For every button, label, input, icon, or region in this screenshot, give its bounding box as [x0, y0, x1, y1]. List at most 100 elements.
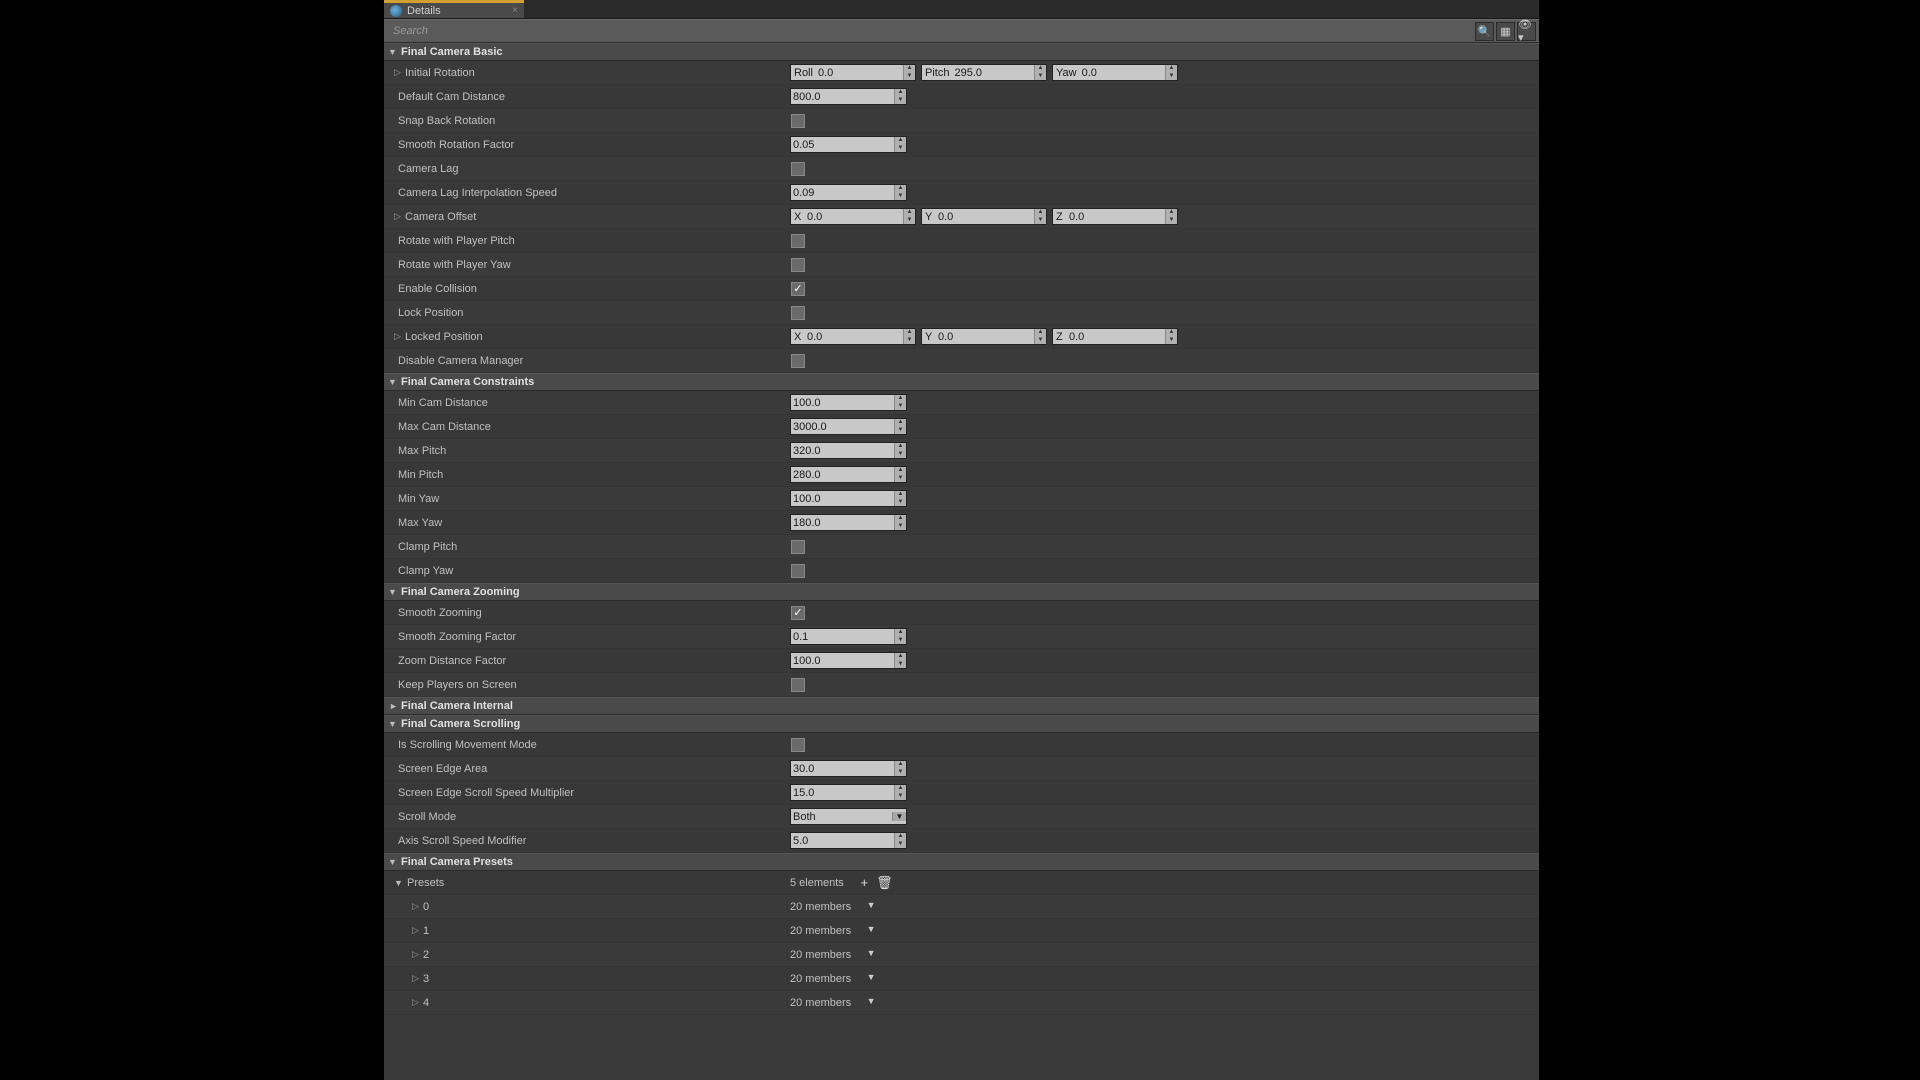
item-menu-icon[interactable]: ▼: [864, 948, 878, 962]
section-final-camera-constraints[interactable]: ▼ Final Camera Constraints: [384, 373, 1539, 391]
max-cam-distance-input[interactable]: 3000.0: [790, 418, 907, 435]
section-final-camera-zooming[interactable]: ▼ Final Camera Zooming: [384, 583, 1539, 601]
snap-back-rotation-checkbox[interactable]: [791, 114, 805, 128]
details-icon: [390, 5, 402, 17]
spinner-icon[interactable]: [894, 89, 906, 104]
item-menu-icon[interactable]: ▼: [864, 972, 878, 986]
spinner-icon[interactable]: [894, 395, 906, 410]
min-pitch-input[interactable]: 280.0: [790, 466, 907, 483]
smooth-rotation-factor-input[interactable]: 0.05: [790, 136, 907, 153]
camera-offset-z-input[interactable]: Z0.0: [1052, 208, 1178, 225]
row-snap-back-rotation: Snap Back Rotation: [384, 109, 1539, 133]
chevron-down-icon[interactable]: ▼: [394, 878, 404, 888]
section-final-camera-basic[interactable]: ▼ Final Camera Basic: [384, 43, 1539, 61]
expand-icon[interactable]: ▷: [412, 973, 420, 984]
expand-icon[interactable]: ▷: [412, 949, 420, 960]
row-is-scrolling-movement-mode: Is Scrolling Movement Mode: [384, 733, 1539, 757]
max-pitch-input[interactable]: 320.0: [790, 442, 907, 459]
tab-details[interactable]: Details ×: [384, 0, 524, 18]
spinner-icon[interactable]: [1165, 65, 1177, 80]
member-count: 20 members: [790, 949, 851, 961]
spinner-icon[interactable]: [894, 419, 906, 434]
clear-array-button[interactable]: 🗑: [877, 875, 892, 890]
item-menu-icon[interactable]: ▼: [864, 900, 878, 914]
matrix-view-icon[interactable]: ▦: [1496, 22, 1515, 41]
lock-position-checkbox[interactable]: [791, 306, 805, 320]
expand-icon[interactable]: ▷: [394, 211, 402, 222]
spinner-icon[interactable]: [894, 515, 906, 530]
spinner-icon[interactable]: [894, 629, 906, 644]
is-scrolling-movement-mode-checkbox[interactable]: [791, 738, 805, 752]
content-scroll[interactable]: ▼ Final Camera Basic ▷Initial Rotation R…: [384, 43, 1539, 1080]
member-count: 20 members: [790, 997, 851, 1009]
item-menu-icon[interactable]: ▼: [864, 996, 878, 1010]
camera-offset-x-input[interactable]: X0.0: [790, 208, 916, 225]
spinner-icon[interactable]: [894, 653, 906, 668]
spinner-icon[interactable]: [894, 491, 906, 506]
min-cam-distance-input[interactable]: 100.0: [790, 394, 907, 411]
spinner-icon[interactable]: [903, 329, 915, 344]
spinner-icon[interactable]: [1165, 209, 1177, 224]
screen-edge-scroll-speed-multiplier-input[interactable]: 15.0: [790, 784, 907, 801]
expand-icon[interactable]: ▷: [412, 901, 420, 912]
spinner-icon[interactable]: [1165, 329, 1177, 344]
spinner-icon[interactable]: [894, 833, 906, 848]
zoom-distance-factor-input[interactable]: 100.0: [790, 652, 907, 669]
section-final-camera-presets[interactable]: ▼ Final Camera Presets: [384, 853, 1539, 871]
search-icon[interactable]: 🔍: [1475, 22, 1494, 41]
clamp-yaw-checkbox[interactable]: [791, 564, 805, 578]
rotate-with-player-yaw-checkbox[interactable]: [791, 258, 805, 272]
section-title: Final Camera Presets: [401, 856, 513, 868]
pitch-field[interactable]: Pitch295.0: [921, 64, 1047, 81]
camera-lag-interp-speed-input[interactable]: 0.09: [790, 184, 907, 201]
min-yaw-input[interactable]: 100.0: [790, 490, 907, 507]
search-input[interactable]: [387, 22, 1473, 40]
camera-offset-y-input[interactable]: Y0.0: [921, 208, 1047, 225]
section-final-camera-scrolling[interactable]: ▼ Final Camera Scrolling: [384, 715, 1539, 733]
spinner-icon[interactable]: [1034, 209, 1046, 224]
locked-position-z-input[interactable]: Z0.0: [1052, 328, 1178, 345]
max-yaw-input[interactable]: 180.0: [790, 514, 907, 531]
rotate-with-player-pitch-checkbox[interactable]: [791, 234, 805, 248]
disable-camera-manager-checkbox[interactable]: [791, 354, 805, 368]
spinner-icon[interactable]: [894, 467, 906, 482]
roll-field[interactable]: Roll0.0: [790, 64, 916, 81]
details-panel: Details × 🔍 ▦ 👁▾ ▼ Final Camera Basic ▷I…: [384, 0, 1539, 1080]
screen-edge-area-input[interactable]: 30.0: [790, 760, 907, 777]
spinner-icon[interactable]: [894, 761, 906, 776]
add-element-button[interactable]: +: [857, 875, 872, 890]
item-menu-icon[interactable]: ▼: [864, 924, 878, 938]
spinner-icon[interactable]: [903, 65, 915, 80]
expand-icon[interactable]: ▷: [412, 997, 420, 1008]
tab-bar: Details ×: [384, 0, 1539, 19]
locked-position-x-input[interactable]: X0.0: [790, 328, 916, 345]
smooth-zooming-checkbox[interactable]: [791, 606, 805, 620]
row-max-cam-distance: Max Cam Distance3000.0: [384, 415, 1539, 439]
locked-position-y-input[interactable]: Y0.0: [921, 328, 1047, 345]
spinner-icon[interactable]: [894, 137, 906, 152]
yaw-field[interactable]: Yaw0.0: [1052, 64, 1178, 81]
clamp-pitch-checkbox[interactable]: [791, 540, 805, 554]
camera-lag-checkbox[interactable]: [791, 162, 805, 176]
spinner-icon[interactable]: [903, 209, 915, 224]
smooth-zooming-factor-input[interactable]: 0.1: [790, 628, 907, 645]
keep-players-on-screen-checkbox[interactable]: [791, 678, 805, 692]
expand-icon[interactable]: ▷: [394, 67, 402, 78]
spinner-icon[interactable]: [1034, 329, 1046, 344]
expand-icon[interactable]: ▷: [412, 925, 420, 936]
spinner-icon[interactable]: [894, 185, 906, 200]
spinner-icon[interactable]: [894, 785, 906, 800]
section-final-camera-internal[interactable]: ▼ Final Camera Internal: [384, 697, 1539, 715]
axis-scroll-speed-modifier-input[interactable]: 5.0: [790, 832, 907, 849]
enable-collision-checkbox[interactable]: [791, 282, 805, 296]
row-min-yaw: Min Yaw100.0: [384, 487, 1539, 511]
tab-label: Details: [407, 5, 441, 17]
row-locked-position: ▷Locked Position X0.0 Y0.0 Z0.0: [384, 325, 1539, 349]
expand-icon[interactable]: ▷: [394, 331, 402, 342]
spinner-icon[interactable]: [894, 443, 906, 458]
close-icon[interactable]: ×: [512, 5, 518, 16]
eye-options-icon[interactable]: 👁▾: [1517, 22, 1536, 41]
scroll-mode-dropdown[interactable]: Both▼: [790, 808, 907, 825]
spinner-icon[interactable]: [1034, 65, 1046, 80]
default-cam-distance-input[interactable]: 800.0: [790, 88, 907, 105]
